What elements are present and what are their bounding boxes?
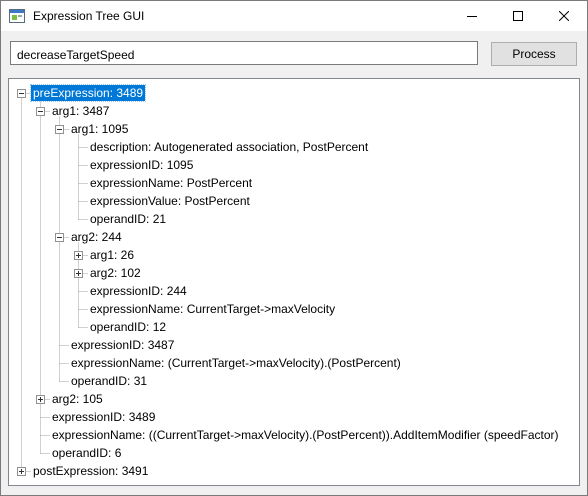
tree-node[interactable]: operandID: 31: [69, 373, 149, 389]
collapse-minus-icon[interactable]: [55, 233, 64, 242]
process-button[interactable]: Process: [491, 42, 577, 66]
tree-node[interactable]: arg1: 26: [88, 247, 136, 263]
tree-node[interactable]: arg1: 3487: [50, 103, 111, 119]
close-icon: [559, 11, 569, 21]
expand-plus-icon[interactable]: [36, 395, 45, 404]
maximize-icon: [513, 11, 523, 21]
tree-node[interactable]: expressionID: 3489: [50, 409, 157, 425]
window-title: Expression Tree GUI: [33, 9, 145, 23]
tree-node[interactable]: expressionName: CurrentTarget->maxVeloci…: [88, 301, 337, 317]
expand-plus-icon[interactable]: [17, 467, 26, 476]
maximize-button[interactable]: [495, 1, 541, 31]
collapse-minus-icon[interactable]: [36, 107, 45, 116]
tree-node[interactable]: operandID: 6: [50, 445, 123, 461]
title-bar[interactable]: Expression Tree GUI: [1, 1, 587, 31]
tree-node[interactable]: description: Autogenerated association, …: [88, 139, 370, 155]
tree-node[interactable]: arg2: 102: [88, 265, 143, 281]
expand-plus-icon[interactable]: [74, 251, 83, 260]
tree-node[interactable]: expressionID: 244: [88, 283, 189, 299]
expression-tree-view[interactable]: preExpression: 3489 arg1: 3487 arg1: 1095 d…: [8, 78, 580, 486]
tree-node[interactable]: expressionValue: PostPercent: [88, 193, 252, 209]
minimize-icon: [467, 16, 477, 17]
tree-node[interactable]: expressionName: ((CurrentTarget->maxVelo…: [50, 427, 561, 443]
tree-node[interactable]: expressionName: (CurrentTarget->maxVeloc…: [69, 355, 403, 371]
tree-node[interactable]: operandID: 21: [88, 211, 168, 227]
expression-input[interactable]: [10, 41, 478, 65]
tree-node[interactable]: postExpression: 3491: [31, 463, 150, 479]
tree-node[interactable]: arg1: 1095: [69, 121, 130, 137]
tree-node[interactable]: arg2: 105: [50, 391, 105, 407]
close-button[interactable]: [541, 1, 587, 31]
window-app-icon: [9, 9, 25, 23]
tree-node[interactable]: preExpression: 3489: [29, 84, 147, 102]
tree-node[interactable]: operandID: 12: [88, 319, 168, 335]
expand-plus-icon[interactable]: [74, 269, 83, 278]
collapse-minus-icon[interactable]: [55, 125, 64, 134]
tree-node[interactable]: arg2: 244: [69, 229, 124, 245]
minimize-button[interactable]: [449, 1, 495, 31]
tree-node[interactable]: expressionName: PostPercent: [88, 175, 254, 191]
app-window: Expression Tree GUI Process preExpressio…: [0, 0, 588, 496]
tree-node[interactable]: expressionID: 3487: [69, 337, 176, 353]
tree-node[interactable]: expressionID: 1095: [88, 157, 195, 173]
collapse-minus-icon[interactable]: [17, 89, 26, 98]
